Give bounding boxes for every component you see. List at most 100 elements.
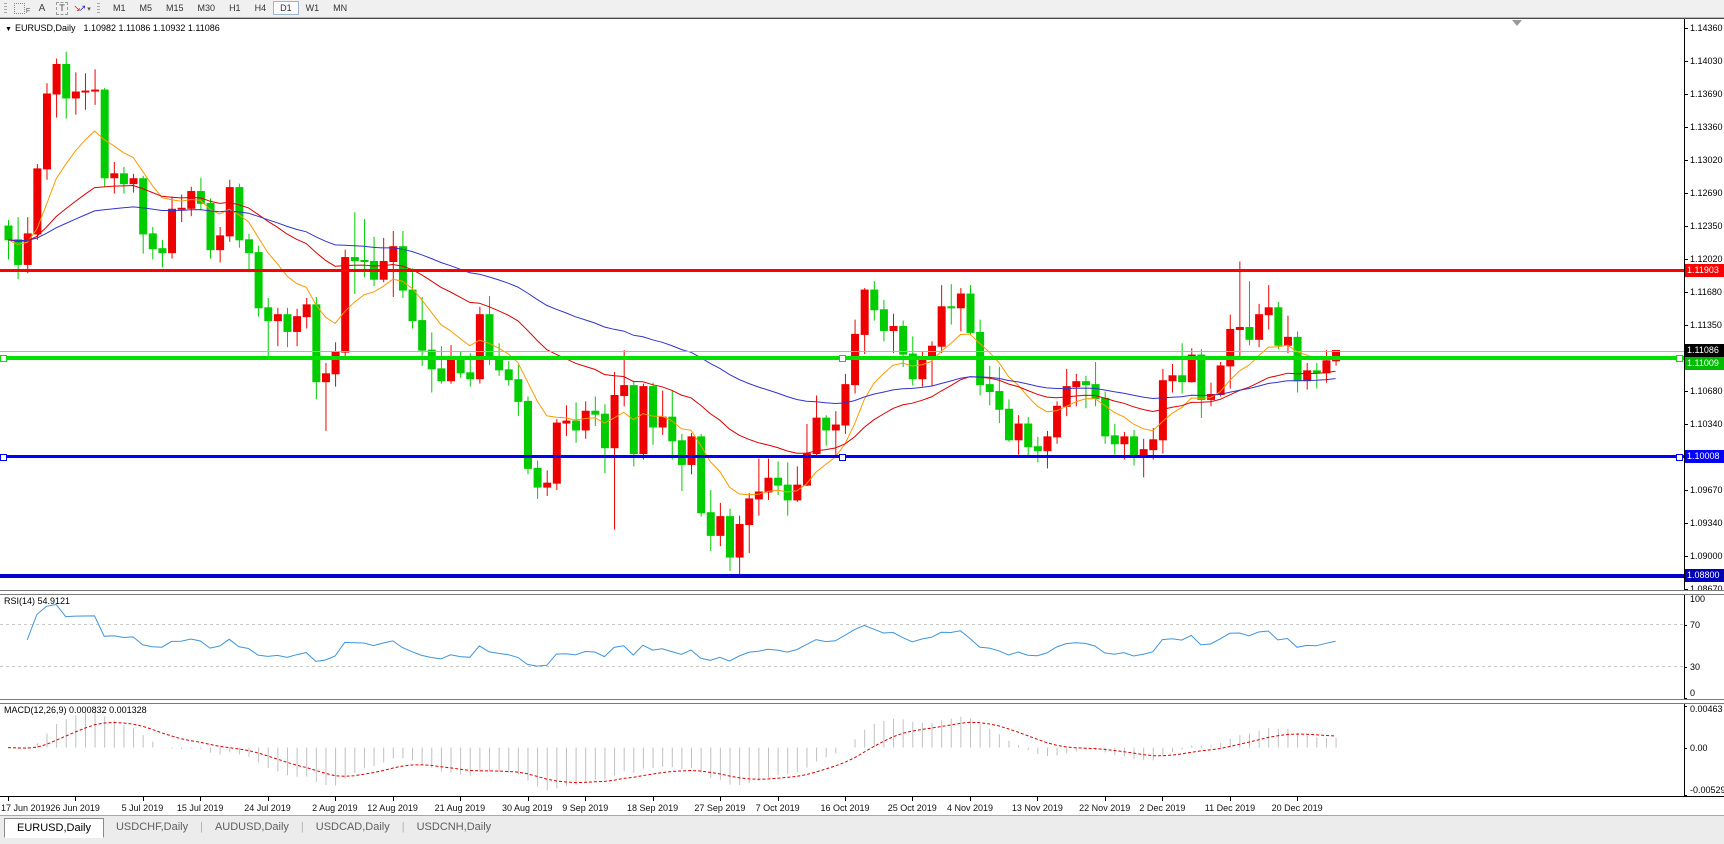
price-tick [1684,226,1688,227]
price-tick-label: 1.11680 [1690,287,1722,297]
timeframe-button-M30[interactable]: M30 [191,1,223,15]
symbol-tab-usdcnh[interactable]: USDCNH,Daily [405,818,504,836]
symbol-label: EURUSD,Daily [15,23,76,33]
hline-marker[interactable] [839,454,846,461]
chart-shift-marker[interactable] [1512,20,1522,26]
rsi-name: RSI(14) [4,596,35,606]
date-tick [720,797,721,801]
mt4-window: F A T ↘↗▾ M1M5M15M30H1H4D1W1MN ▼EURUSD,D… [0,0,1724,844]
price-tick [1684,28,1688,29]
chart-title: ▼EURUSD,Daily 1.10982 1.11086 1.10932 1.1… [5,23,220,33]
rsi-level-label: 70 [1690,620,1700,630]
rsi-level-label: 100 [1690,594,1705,604]
date-tick [912,797,913,801]
macd-level-label: 0.00463 [1690,704,1723,714]
date-label: 30 Aug 2019 [502,803,553,813]
date-tick [1297,797,1298,801]
f-grid-label: F [26,8,30,15]
date-tick [75,797,76,801]
date-tick [653,797,654,801]
price-tick [1684,61,1688,62]
indicator-arrows-icon[interactable]: ↘↗▾ [73,1,91,16]
timeframe-button-M1[interactable]: M1 [106,1,133,15]
price-tick-label: 1.13020 [1690,155,1723,165]
toolbar: F A T ↘↗▾ M1M5M15M30H1H4D1W1MN [0,0,1724,18]
timeframe-button-H4[interactable]: H4 [248,1,274,15]
hline-resistance-line-red[interactable] [0,269,1684,272]
symbol-tab-audusd[interactable]: AUDUSD,Daily [203,818,301,836]
chevron-down-icon[interactable]: ▼ [5,26,12,33]
bid-price-line [0,351,1684,352]
date-label: 26 Jun 2019 [50,803,100,813]
timeframe-group: M1M5M15M30H1H4D1W1MN [106,2,354,15]
macd-name: MACD(12,26,9) [4,705,67,715]
macd-level-label: 0.00 [1690,743,1708,753]
hline-support-line-navy[interactable] [0,574,1684,578]
hline-marker[interactable] [1676,454,1683,461]
timeframe-button-W1[interactable]: W1 [299,1,327,15]
rsi-value: 54.9121 [38,596,71,606]
date-tick [845,797,846,801]
hline-marker[interactable] [0,355,7,362]
price-tick-label: 1.12020 [1690,254,1723,264]
price-badge: 1.11009 [1685,357,1724,370]
text-t-icon[interactable]: T [53,1,71,16]
toolbar-grip[interactable] [97,3,100,14]
macd-values: 0.000832 0.001328 [69,705,147,715]
hline-marker[interactable] [1676,355,1683,362]
grid-glyph [14,3,25,14]
dropdown-caret-icon[interactable]: ▾ [87,5,91,13]
price-tick [1684,523,1688,524]
date-label: 2 Aug 2019 [312,803,358,813]
date-tick [1105,797,1106,801]
price-badge: 1.11086 [1685,344,1724,357]
date-label: 15 Jul 2019 [177,803,224,813]
timeframe-button-D1[interactable]: D1 [273,1,299,15]
rsi-tick [1684,625,1687,626]
symbol-tabbar: EURUSD,DailyUSDCHF,Daily|AUDUSD,Daily|US… [0,815,1724,844]
pane-separator[interactable] [0,699,1724,704]
date-label: 11 Dec 2019 [1205,803,1255,813]
price-tick [1684,490,1688,491]
ohlc-values: 1.10982 1.11086 1.10932 1.11086 [83,23,219,33]
date-tick [200,797,201,801]
timeframe-button-H1[interactable]: H1 [222,1,248,15]
date-label: 24 Jul 2019 [244,803,291,813]
pane-separator[interactable] [0,590,1724,595]
macd-tick [1684,748,1687,749]
hline-marker[interactable] [839,355,846,362]
price-tick [1684,259,1688,260]
date-tick [393,797,394,801]
date-tick [1162,797,1163,801]
date-label: 5 Jul 2019 [122,803,164,813]
price-tick-label: 1.13360 [1690,122,1723,132]
f-grid-icon[interactable]: F [13,1,31,16]
timeframe-button-M5[interactable]: M5 [133,1,160,15]
price-tick-label: 1.09340 [1690,518,1723,528]
timeframe-button-MN[interactable]: MN [326,1,354,15]
toolbar-grip[interactable] [4,3,7,14]
price-tick-label: 1.09000 [1690,551,1723,561]
chart-window[interactable] [0,18,1724,816]
price-axis-line [1684,19,1685,796]
price-tick [1684,292,1688,293]
date-tick [460,797,461,801]
price-tick [1684,160,1688,161]
symbol-tab-usdchf[interactable]: USDCHF,Daily [104,818,200,836]
symbol-tab-usdcad[interactable]: USDCAD,Daily [304,818,402,836]
date-tick [970,797,971,801]
price-badge: 1.11903 [1685,264,1724,277]
symbol-tab-eurusd[interactable]: EURUSD,Daily [4,818,104,838]
text-a-icon[interactable]: A [33,1,51,16]
date-tick [528,797,529,801]
macd-level-label: -0.00529 [1690,785,1724,795]
arrow-up-glyph: ↗ [79,3,87,14]
date-tick [143,797,144,801]
price-tick [1684,424,1688,425]
price-tick-label: 1.14360 [1690,23,1723,33]
date-label: 16 Oct 2019 [820,803,869,813]
price-tick-label: 1.12690 [1690,188,1723,198]
hline-marker[interactable] [0,454,7,461]
price-tick [1684,193,1688,194]
timeframe-button-M15[interactable]: M15 [159,1,191,15]
